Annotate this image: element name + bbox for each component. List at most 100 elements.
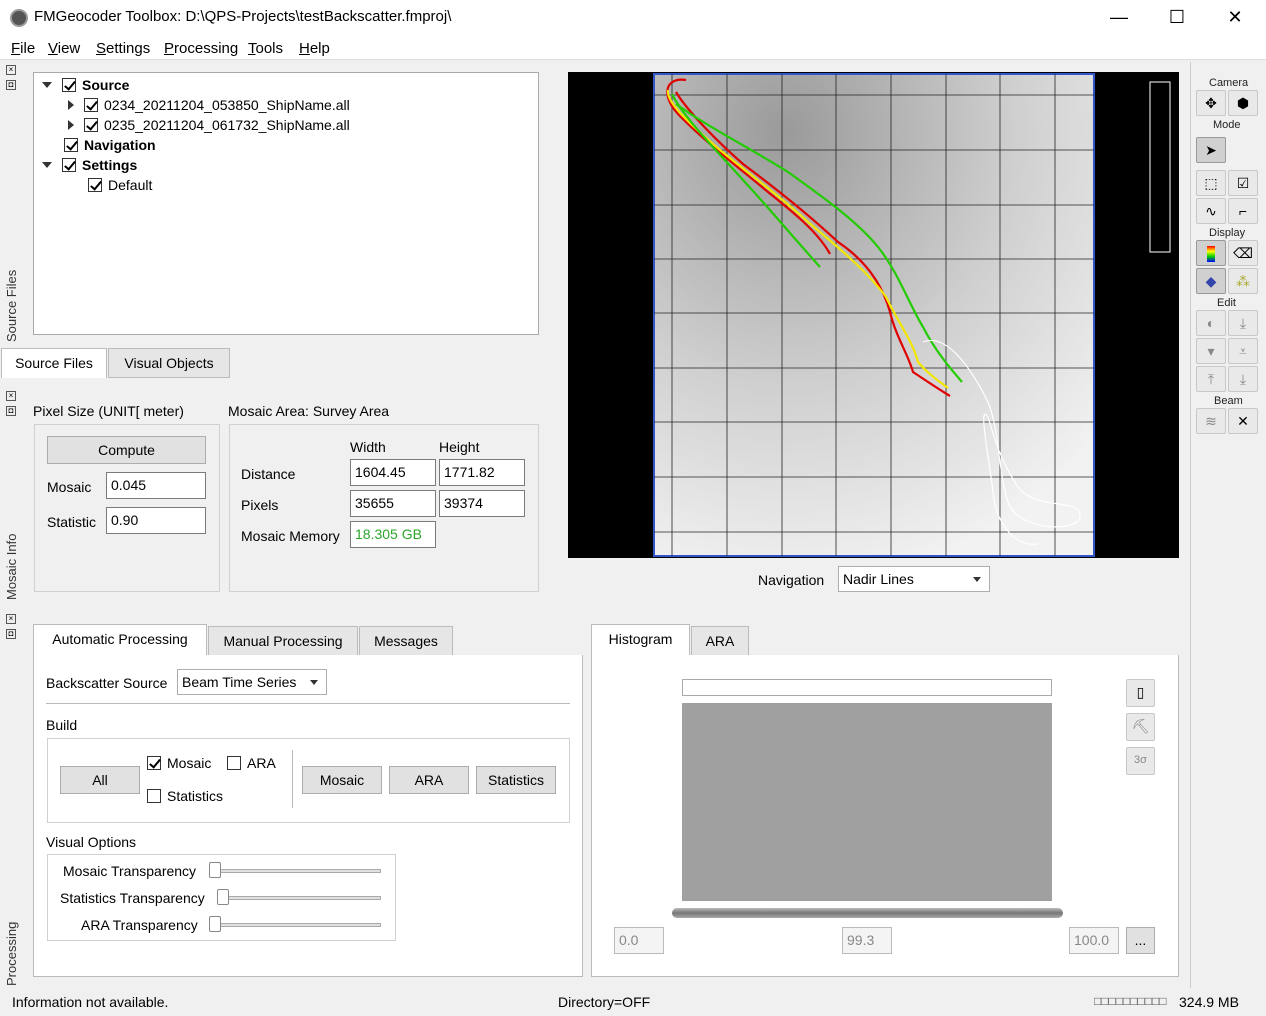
checkbox[interactable] bbox=[62, 158, 76, 172]
expand-icon[interactable] bbox=[42, 162, 52, 168]
tree-item-default[interactable]: Default bbox=[88, 175, 152, 195]
map-view[interactable] bbox=[568, 72, 1179, 558]
pixels-width-field[interactable]: 35655 bbox=[350, 490, 436, 517]
move-bottom-icon[interactable]: ⩡ bbox=[1228, 338, 1258, 364]
menu-view[interactable]: View bbox=[48, 40, 80, 57]
statistics-transparency-slider[interactable] bbox=[218, 896, 381, 900]
histogram-plot[interactable] bbox=[682, 703, 1052, 901]
beam-cross-icon[interactable]: ✕ bbox=[1228, 408, 1258, 434]
build-label: Build bbox=[46, 717, 78, 733]
build-statistics-button[interactable]: Statistics bbox=[476, 766, 556, 794]
tab-histogram[interactable]: Histogram bbox=[591, 624, 690, 656]
tab-visual-objects[interactable]: Visual Objects bbox=[108, 348, 230, 378]
minimize-button[interactable]: — bbox=[1090, 0, 1148, 36]
status-memory-codes: □□□□□□□□□□ bbox=[1094, 994, 1167, 1008]
dock-float-icon[interactable]: ◘ bbox=[6, 406, 16, 416]
beam-pattern-icon[interactable]: ≋ bbox=[1196, 408, 1226, 434]
menu-tools[interactable]: Tools bbox=[248, 40, 283, 57]
histogram-more-button[interactable]: ... bbox=[1126, 927, 1155, 954]
status-bar: Information not available. Directory=OFF… bbox=[0, 990, 1266, 1016]
collapse-icon[interactable] bbox=[68, 120, 74, 130]
pixels-height-field[interactable]: 39374 bbox=[439, 490, 525, 517]
dock-float-icon[interactable]: ◘ bbox=[6, 80, 16, 90]
tab-manual-processing[interactable]: Manual Processing bbox=[208, 626, 358, 656]
build-ara-button[interactable]: ARA bbox=[389, 766, 469, 794]
ara-transparency-slider[interactable] bbox=[210, 923, 381, 927]
distance-height-field[interactable]: 1771.82 bbox=[439, 459, 525, 486]
statistic-pixel-field[interactable]: 0.90 bbox=[106, 507, 206, 534]
tree-item-file[interactable]: 0234_20211204_053850_ShipName.all bbox=[68, 95, 350, 115]
rect-select-icon[interactable]: ⬚ bbox=[1196, 170, 1226, 196]
close-button[interactable]: ✕ bbox=[1206, 0, 1264, 36]
contrast-icon[interactable]: ◐ bbox=[1196, 310, 1226, 336]
mosaic-transparency-slider[interactable] bbox=[210, 869, 381, 873]
collapse-icon[interactable] bbox=[68, 100, 74, 110]
sigma-button[interactable]: 3σ bbox=[1126, 747, 1155, 775]
color-scale-icon[interactable] bbox=[1196, 240, 1226, 266]
histogram-mid-field[interactable]: 99.3 bbox=[842, 927, 892, 954]
download-icon[interactable]: ⤓ bbox=[1228, 310, 1258, 336]
corner-tool-icon[interactable]: ⌐ bbox=[1228, 198, 1258, 224]
checkbox[interactable] bbox=[88, 178, 102, 192]
backscatter-source-select[interactable]: Beam Time Series bbox=[177, 669, 327, 695]
ara-transparency-label: ARA Transparency bbox=[81, 917, 198, 933]
draw-line-icon[interactable]: ∿ bbox=[1196, 198, 1226, 224]
3d-surface-icon[interactable]: ◆ bbox=[1196, 268, 1226, 294]
dock-close-icon[interactable]: × bbox=[6, 65, 16, 75]
tree-item-navigation[interactable]: Navigation bbox=[64, 135, 156, 155]
move-top-icon[interactable]: ⤒ bbox=[1196, 366, 1226, 392]
menu-settings[interactable]: Settings bbox=[96, 40, 150, 57]
slider-handle[interactable] bbox=[217, 889, 229, 905]
tree-item-source[interactable]: Source bbox=[42, 75, 129, 95]
dock-float-icon[interactable]: ◘ bbox=[6, 629, 16, 639]
checkbox[interactable] bbox=[62, 78, 76, 92]
checkbox[interactable] bbox=[84, 118, 98, 132]
dock-close-icon[interactable]: × bbox=[6, 391, 16, 401]
ara-checkbox[interactable]: ARA bbox=[227, 755, 276, 771]
slider-handle[interactable] bbox=[209, 862, 221, 878]
eraser-icon[interactable]: ⌫ bbox=[1228, 240, 1258, 266]
statistics-checkbox[interactable]: Statistics bbox=[147, 788, 223, 804]
mosaic-pixel-field[interactable]: 0.045 bbox=[106, 472, 206, 499]
menu-processing[interactable]: Processing bbox=[164, 40, 238, 57]
survey-map[interactable] bbox=[568, 72, 1179, 558]
phone-icon[interactable]: ▯ bbox=[1126, 679, 1155, 707]
tab-automatic-processing[interactable]: Automatic Processing bbox=[33, 624, 207, 656]
tab-source-files[interactable]: Source Files bbox=[1, 348, 107, 378]
mosaic-checkbox[interactable]: Mosaic bbox=[147, 755, 211, 771]
histogram-colorbar bbox=[682, 679, 1052, 696]
check-select-icon[interactable]: ☑ bbox=[1228, 170, 1258, 196]
camera-object-icon[interactable]: ⬢ bbox=[1228, 90, 1258, 116]
checkbox[interactable] bbox=[147, 756, 161, 770]
tab-messages[interactable]: Messages bbox=[359, 626, 453, 656]
checkbox[interactable] bbox=[227, 756, 241, 770]
distance-width-field[interactable]: 1604.45 bbox=[350, 459, 436, 486]
expand-icon[interactable] bbox=[42, 82, 52, 88]
move-down-icon[interactable]: ▾ bbox=[1196, 338, 1226, 364]
camera-header: Camera bbox=[1209, 77, 1249, 89]
checkbox[interactable] bbox=[64, 138, 78, 152]
histogram-max-field[interactable]: 100.0 bbox=[1069, 927, 1119, 954]
select-cursor-icon[interactable]: ➤ bbox=[1196, 137, 1226, 163]
maximize-button[interactable]: ☐ bbox=[1148, 0, 1206, 36]
navigation-select[interactable]: Nadir Lines bbox=[838, 566, 990, 592]
pick-icon[interactable]: ⛏ bbox=[1126, 713, 1155, 741]
point-cloud-icon[interactable]: ⁂ bbox=[1228, 268, 1258, 294]
histogram-range-slider[interactable] bbox=[672, 908, 1063, 918]
menu-file[interactable]: File bbox=[11, 40, 35, 57]
compute-button[interactable]: Compute bbox=[47, 436, 206, 464]
tree-item-settings[interactable]: Settings bbox=[42, 155, 137, 175]
slider-handle[interactable] bbox=[209, 916, 221, 932]
menu-help[interactable]: Help bbox=[299, 40, 330, 57]
tree-item-file[interactable]: 0235_20211204_061732_ShipName.all bbox=[68, 115, 350, 135]
build-all-button[interactable]: All bbox=[60, 766, 140, 794]
build-mosaic-button[interactable]: Mosaic bbox=[302, 766, 382, 794]
camera-rotate-icon[interactable]: ✥ bbox=[1196, 90, 1226, 116]
width-header: Width bbox=[350, 439, 386, 455]
checkbox[interactable] bbox=[84, 98, 98, 112]
move-last-icon[interactable]: ⤓ bbox=[1228, 366, 1258, 392]
tab-ara[interactable]: ARA bbox=[691, 626, 749, 656]
checkbox[interactable] bbox=[147, 789, 161, 803]
dock-close-icon[interactable]: × bbox=[6, 614, 16, 624]
histogram-min-field[interactable]: 0.0 bbox=[614, 927, 664, 954]
